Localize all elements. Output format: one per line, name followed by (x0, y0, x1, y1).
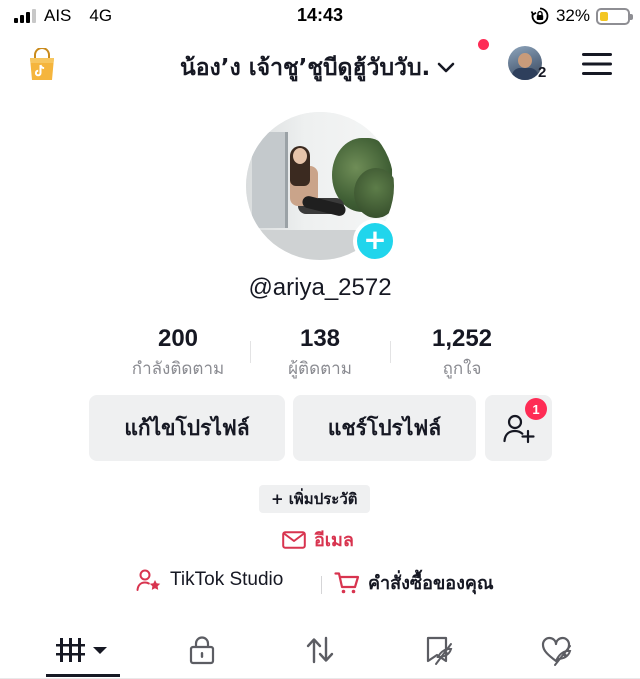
add-bio-button[interactable]: + เพิ่มประวัติ (259, 485, 370, 513)
stat-label: กำลังติดตาม (131, 359, 225, 379)
battery-percent: 32% (555, 6, 590, 25)
tab-reposts[interactable] (256, 622, 384, 678)
email-link[interactable]: อีเมล (282, 525, 354, 554)
share-profile-label: แชร์โปรไฟล์ (327, 415, 442, 440)
notification-dot (478, 39, 489, 50)
liked-icon (541, 636, 572, 666)
shop-bag-icon[interactable] (26, 48, 58, 82)
tiktok-studio-link[interactable]: TikTok Studio (136, 568, 283, 592)
add-avatar-button[interactable]: + (353, 219, 397, 263)
content-tabs (0, 622, 640, 679)
stat-following[interactable]: 200 กำลังติดตาม (108, 325, 248, 382)
edit-profile-button[interactable]: แก้ไขโปรไฟล์ (89, 395, 285, 461)
profile-header: น้อง’ง เจ้าชู’ชูบีดูฮู้วับวับ. 2 (0, 34, 640, 96)
orders-link[interactable]: คำสั่งซื้อของคุณ (334, 568, 494, 597)
edit-profile-label: แก้ไขโปรไฟล์ (124, 415, 250, 440)
tab-private[interactable] (138, 622, 266, 678)
stat-value: 138 (299, 325, 341, 352)
stat-value: 200 (157, 325, 199, 352)
share-profile-button[interactable]: แชร์โปรไฟล์ (293, 395, 476, 461)
profile-links: TikTok Studio คำสั่งซื้อของคุณ (0, 568, 640, 600)
rotation-lock-icon (530, 7, 549, 25)
tab-favorites[interactable] (374, 622, 502, 678)
stat-divider (390, 341, 391, 363)
battery-fill (600, 11, 608, 21)
switch-account-avatar[interactable] (508, 46, 542, 80)
status-bar: AIS 4G 14:43 32% (0, 0, 640, 34)
email-label: อีเมล (314, 530, 354, 551)
account-count: 2 (538, 64, 547, 81)
status-right: 32% (530, 6, 633, 26)
plus-icon: + (363, 223, 387, 256)
shopping-cart-icon (334, 571, 360, 593)
tab-videos[interactable] (20, 622, 148, 678)
favorites-icon (426, 636, 453, 665)
creator-star-icon (136, 569, 161, 591)
stat-likes[interactable]: 1,252 ถูกใจ (392, 325, 532, 382)
profile-handle: @ariya_2572 (248, 274, 392, 301)
link-separator (321, 576, 322, 594)
account-switcher[interactable]: น้อง’ง เจ้าชู’ชูบีดูฮู้วับวับ. (180, 50, 456, 86)
tiktok-studio-label: TikTok Studio (170, 569, 284, 590)
stat-followers[interactable]: 138 ผู้ติดตาม (250, 325, 390, 382)
friend-requests-badge: 1 (525, 398, 547, 420)
chevron-down-icon (437, 62, 455, 73)
videos-grid-icon (56, 638, 107, 662)
mail-icon (282, 530, 306, 549)
battery-icon (596, 7, 633, 25)
tab-liked[interactable] (492, 622, 620, 678)
active-tab-indicator (46, 674, 120, 677)
private-lock-icon (189, 636, 215, 665)
stat-label: ผู้ติดตาม (288, 359, 352, 379)
profile-stats: 200 กำลังติดตาม 138 ผู้ติดตาม 1,252 ถูกใ… (0, 325, 640, 383)
stat-label: ถูกใจ (442, 359, 482, 379)
reposts-icon (306, 636, 334, 664)
hamburger-menu-icon[interactable] (582, 51, 612, 77)
account-username: น้อง’ง เจ้าชู’ชูบีดูฮู้วับวับ. (180, 55, 431, 81)
orders-label: คำสั่งซื้อของคุณ (368, 573, 494, 594)
stat-value: 1,252 (431, 325, 493, 352)
